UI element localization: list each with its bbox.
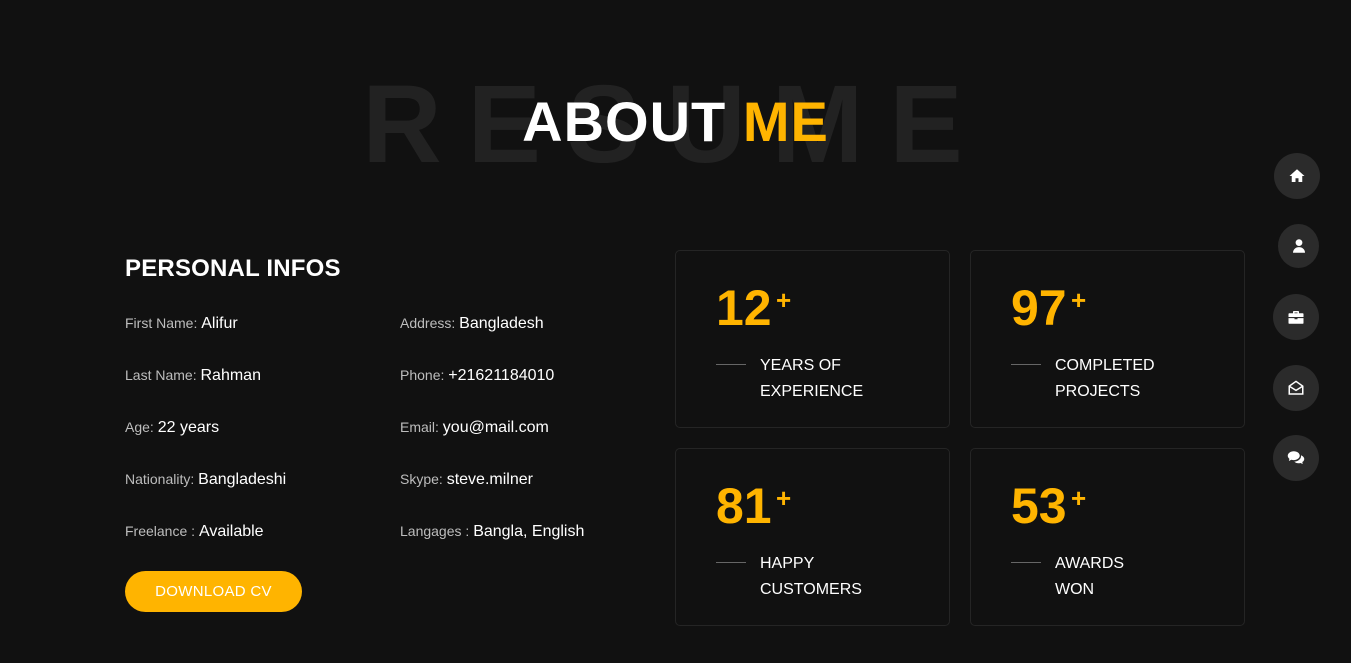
stat-number: 97 xyxy=(1011,280,1067,336)
info-age: Age: 22 years xyxy=(125,417,400,469)
stat-number: 53 xyxy=(1011,478,1067,534)
info-label: Langages : xyxy=(400,523,470,539)
stat-card-awards: 53 + AWARDS WON xyxy=(970,448,1245,626)
stat-divider xyxy=(716,364,746,365)
info-phone: Phone: +21621184010 xyxy=(400,365,645,417)
info-label: First Name: xyxy=(125,315,198,331)
info-label: Nationality: xyxy=(125,471,195,487)
nav-blog-button[interactable] xyxy=(1273,435,1319,481)
stat-plus: + xyxy=(776,483,792,513)
info-value: Available xyxy=(198,523,264,540)
stat-plus: + xyxy=(1071,285,1087,315)
envelope-open-icon xyxy=(1288,380,1304,395)
stat-plus: + xyxy=(776,285,792,315)
info-languages: Langages : Bangla, English xyxy=(400,521,645,573)
info-value: 22 years xyxy=(157,419,220,436)
info-value: Alifur xyxy=(201,315,238,332)
stat-number: 12 xyxy=(716,280,772,336)
info-skype: Skype: steve.milner xyxy=(400,469,645,521)
info-label: Email: xyxy=(400,419,439,435)
info-first-name: First Name: Alifur xyxy=(125,313,400,365)
info-value: Bangladesh xyxy=(459,315,544,332)
stat-label: AWARDS WON xyxy=(1055,555,1125,598)
info-label: Address: xyxy=(400,315,456,331)
info-value: Rahman xyxy=(200,367,261,384)
info-value: you@mail.com xyxy=(442,419,549,436)
stat-number: 81 xyxy=(716,478,772,534)
personal-infos: PERSONAL INFOS First Name: Alifur Addres… xyxy=(125,255,645,573)
info-label: Age: xyxy=(125,419,154,435)
stat-divider xyxy=(716,562,746,563)
info-freelance: Freelance : Available xyxy=(125,521,400,573)
info-grid: First Name: Alifur Address: Bangladesh L… xyxy=(125,313,645,573)
comments-icon xyxy=(1287,451,1305,464)
nav-contact-button[interactable] xyxy=(1273,365,1319,411)
info-value: steve.milner xyxy=(446,471,533,488)
briefcase-icon xyxy=(1288,311,1304,324)
info-label: Phone: xyxy=(400,367,445,383)
info-address: Address: Bangladesh xyxy=(400,313,645,365)
info-last-name: Last Name: Rahman xyxy=(125,365,400,417)
download-cv-button[interactable]: DOWNLOAD CV xyxy=(125,571,302,612)
stat-label: YEARS OF EXPERIENCE xyxy=(760,357,864,400)
title-part-1: ABOUT xyxy=(522,90,727,153)
info-email: Email: you@mail.com xyxy=(400,417,645,469)
nav-portfolio-button[interactable] xyxy=(1273,294,1319,340)
info-label: Freelance : xyxy=(125,523,196,539)
stat-plus: + xyxy=(1071,483,1087,513)
title-part-2: ME xyxy=(742,90,829,153)
home-icon xyxy=(1289,169,1305,182)
stat-label: HAPPY CUSTOMERS xyxy=(760,555,862,598)
stat-label: COMPLETED PROJECTS xyxy=(1055,357,1155,400)
info-value: Bangladeshi xyxy=(198,471,287,488)
info-label: Skype: xyxy=(400,471,443,487)
info-label: Last Name: xyxy=(125,367,197,383)
stat-card-experience: 12 + YEARS OF EXPERIENCE xyxy=(675,250,950,428)
stat-divider xyxy=(1011,562,1041,563)
stat-divider xyxy=(1011,364,1041,365)
info-nationality: Nationality: Bangladeshi xyxy=(125,469,400,521)
section-title: RESUME ABOUT ME xyxy=(0,60,1351,190)
personal-infos-heading: PERSONAL INFOS xyxy=(125,255,341,282)
user-icon xyxy=(1292,239,1305,253)
page-title: ABOUT ME xyxy=(0,94,1351,150)
stat-card-projects: 97 + COMPLETED PROJECTS xyxy=(970,250,1245,428)
nav-home-button[interactable] xyxy=(1274,153,1320,199)
info-value: Bangla, English xyxy=(473,523,585,540)
stat-card-customers: 81 + HAPPY CUSTOMERS xyxy=(675,448,950,626)
info-value: +21621184010 xyxy=(448,367,555,384)
nav-about-button[interactable] xyxy=(1278,224,1319,268)
